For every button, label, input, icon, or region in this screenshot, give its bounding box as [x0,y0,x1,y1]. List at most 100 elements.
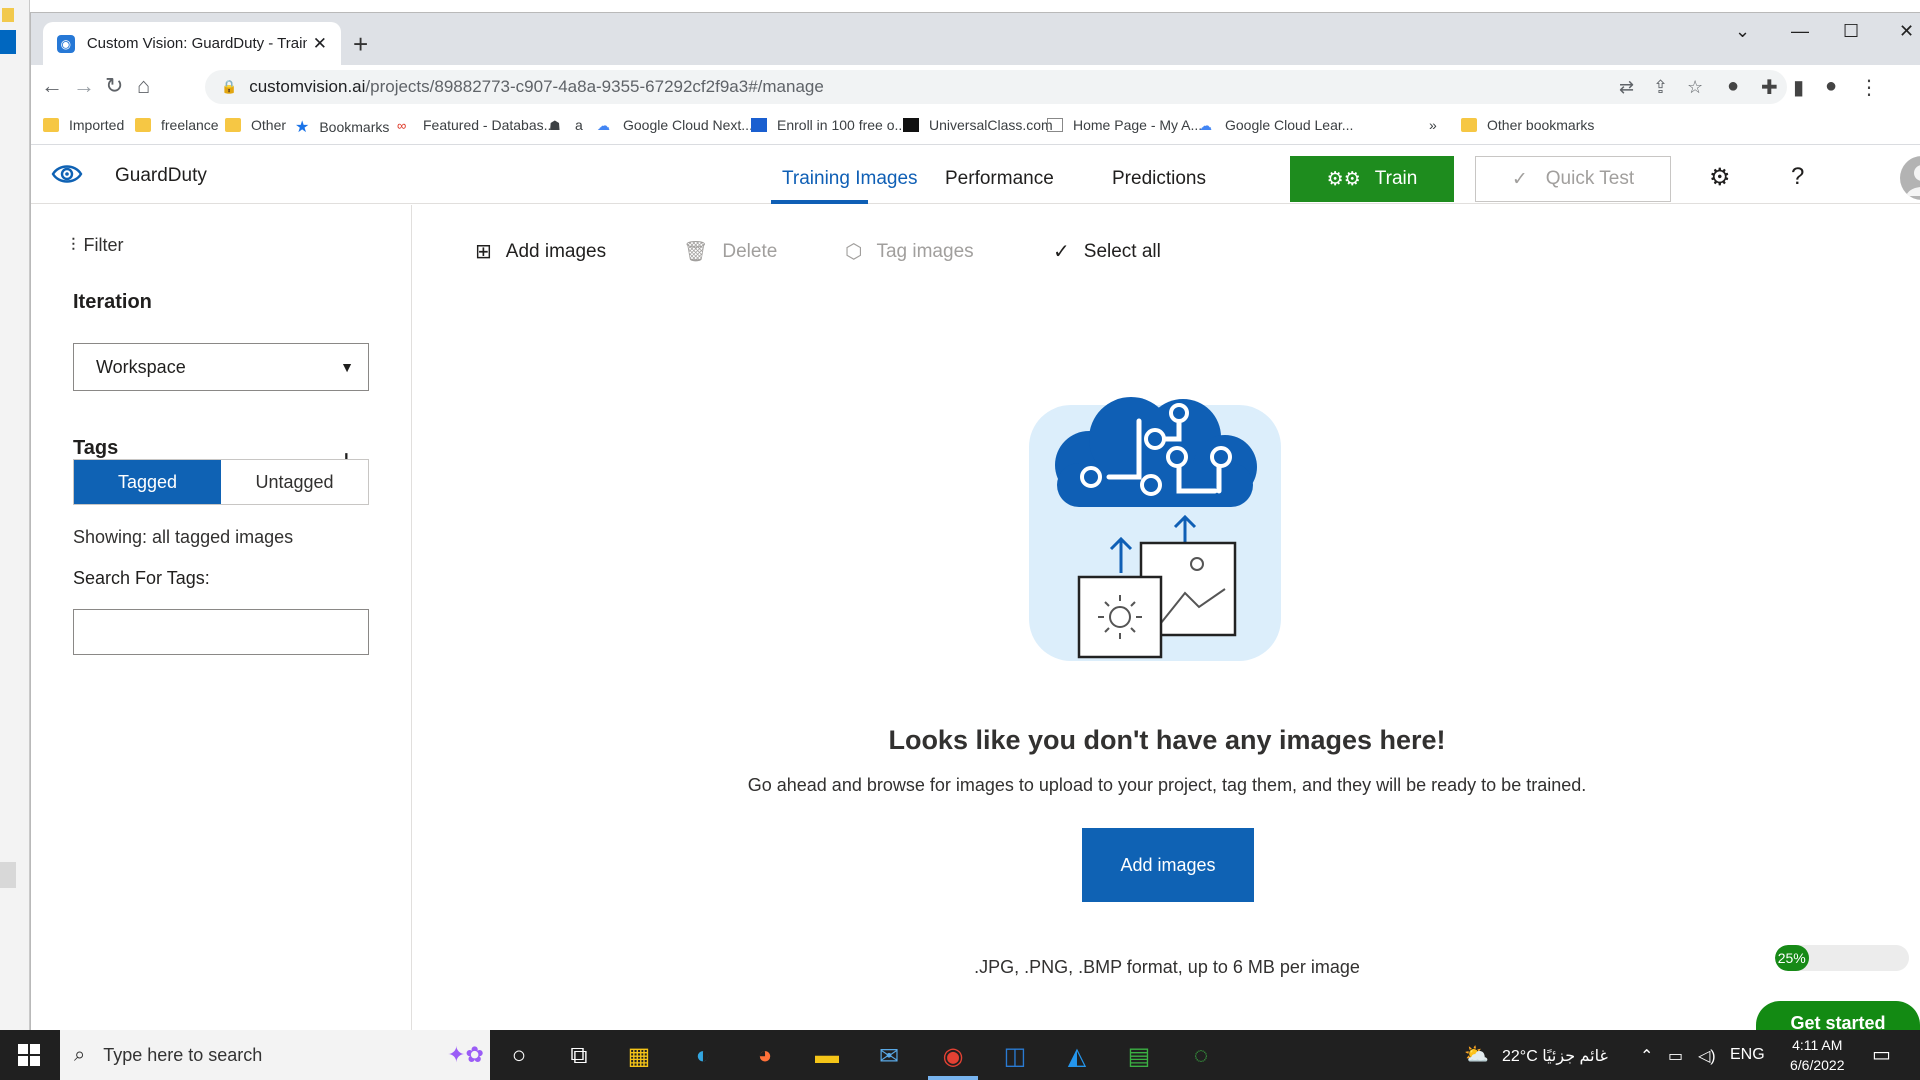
sync-app-icon[interactable]: ◌ [1186,1042,1216,1070]
bookmark-label: UniversalClass.com [929,117,1053,133]
bookmark-home-page[interactable]: Home Page - My A... [1047,117,1202,133]
project-name[interactable]: GuardDuty [115,165,207,187]
bookmark-label: Enroll in 100 free o... [777,117,907,133]
window-close-icon[interactable]: ✕ [1899,21,1914,42]
bookmark-star-icon[interactable]: ☆ [1687,77,1703,98]
bookmark-other[interactable]: Other [225,117,286,133]
reload-icon[interactable]: ↻ [105,73,123,99]
bookmark-a[interactable]: ☗ a [549,117,583,133]
home-icon[interactable]: ⌂ [137,73,150,99]
tab-predictions[interactable]: Predictions [1112,168,1206,190]
file-explorer-icon[interactable]: ▬ [812,1042,842,1070]
tab-close-icon[interactable]: ✕ [313,34,327,54]
tab-performance[interactable]: Performance [945,168,1054,190]
weather-text[interactable]: 22°C غائم جزئيًا [1502,1046,1608,1066]
share-icon[interactable]: ⇪ [1653,77,1668,98]
edge-browser-icon[interactable]: ◐ [688,1042,718,1070]
address-bar[interactable]: 🔒 customvision.ai/projects/89882773-c907… [205,70,1787,104]
main-content: ⊞ Add images 🗑 Delete ⬡ Tag images ✓ Sel… [413,205,1920,1049]
filter-sliders-icon: ⫶ [71,235,76,255]
volume-icon[interactable]: ◁) [1698,1046,1716,1066]
firefox-icon[interactable]: ◕ [750,1042,780,1070]
network-icon[interactable]: ▭ [1668,1046,1683,1066]
bookmark-label: freelance [161,117,219,133]
settings-gear-icon[interactable]: ⚙ [1709,163,1731,192]
maximize-icon[interactable]: ☐ [1843,21,1859,42]
trash-icon: 🗑 [683,241,709,263]
bookmark-google-cloud-next[interactable]: ☁ Google Cloud Next... [597,117,753,133]
windows-start-icon[interactable] [18,1044,40,1066]
quick-test-button[interactable]: ✓ Quick Test [1475,156,1671,202]
bookmark-enroll[interactable]: Enroll in 100 free o... [751,117,906,133]
bookmark-google-cloud-learn[interactable]: ☁ Google Cloud Lear... [1199,117,1353,133]
url-path: /projects/89882773-c907-4a8a-9355-67292c… [365,77,824,96]
back-arrow-icon[interactable]: ← [41,73,63,99]
bookmarks-bar: Imported freelance Other ★ Bookmarks ∞ Fea… [31,109,1920,145]
system-clock[interactable]: 4:11 AM 6/6/2022 [1790,1035,1845,1075]
tab-training-images[interactable]: Training Images [782,168,918,190]
browser-menu-icon[interactable]: ⋮ [1859,75,1879,100]
active-tab-indicator [771,200,868,204]
task-view-icon[interactable]: ⧉ [564,1042,594,1070]
select-all-command[interactable]: ✓ Select all [1053,239,1161,264]
bookmark-label: Imported [69,117,125,133]
mail-icon[interactable]: ✉ [874,1042,904,1071]
supported-formats-text: .JPG, .PNG, .BMP format, up to 6 MB per … [974,957,1360,977]
user-avatar[interactable] [1900,156,1920,200]
taskbar-search-box[interactable]: ⌕ Type here to search ✦✿ [60,1030,490,1080]
bookmark-universalclass[interactable]: UniversalClass.com [903,117,1053,133]
bookmark-bookmarks[interactable]: ★ Bookmarks [295,117,389,137]
tagged-toggle-button[interactable]: Tagged [74,460,221,504]
outlook-icon[interactable]: ◫ [1000,1042,1030,1071]
folder-icon [225,118,241,132]
spreadsheet-app-icon[interactable]: ▤ [1124,1042,1154,1071]
bookmark-label: Bookmarks [319,119,390,135]
extensions-puzzle-icon[interactable]: ✚ [1761,75,1778,100]
input-language[interactable]: ENG [1730,1046,1765,1064]
chrome-icon[interactable]: ◉ [938,1042,968,1071]
help-question-icon[interactable]: ? [1791,163,1804,191]
weather-cloud-icon[interactable]: ⛅ [1464,1042,1489,1067]
untagged-toggle-button[interactable]: Untagged [221,460,368,504]
custom-vision-eye-icon[interactable] [51,160,83,188]
forward-arrow-icon[interactable]: → [73,73,95,99]
extension-badge-icon[interactable]: ● [1727,75,1739,98]
iteration-select[interactable]: Workspace ▼ [73,343,369,391]
bookmark-imported[interactable]: Imported [43,117,124,133]
site-icon [751,118,767,132]
browser-tab[interactable]: ◉ Custom Vision: GuardDuty - Training Im… [43,22,341,65]
bookmarks-overflow-button[interactable]: » [1429,117,1437,133]
tag-images-command[interactable]: ⬡ Tag images [845,239,974,264]
tab-search-chevron-icon[interactable]: ⌄ [1735,21,1750,42]
add-images-command[interactable]: ⊞ Add images [475,239,606,264]
tags-heading: Tags [73,437,119,459]
search-tags-input[interactable] [73,609,369,655]
profile-avatar-icon[interactable]: ● [1825,75,1837,98]
windows-taskbar: ⌕ Type here to search ✦✿ ○ ⧉ ▦ ◐ ◕ ▬ ✉ ◉… [0,1030,1920,1080]
train-button[interactable]: ⚙⚙ Train [1290,156,1454,202]
tray-chevron-up-icon[interactable]: ⌃ [1640,1046,1653,1066]
cortana-circle-icon[interactable]: ○ [504,1042,534,1070]
delete-command[interactable]: 🗑 Delete [683,239,777,264]
tag-filter-toggle: Tagged Untagged [73,459,369,505]
microsoft-store-icon[interactable]: ▦ [624,1042,654,1071]
add-images-label: Add images [505,240,607,262]
docker-icon[interactable]: ◭ [1062,1042,1092,1071]
bookmark-label: a [575,117,583,133]
bookmark-other-bookmarks[interactable]: Other bookmarks [1461,117,1594,133]
bookmark-freelance[interactable]: freelance [135,117,219,133]
translate-icon[interactable]: ⇄ [1619,77,1634,98]
app-header: GuardDuty Training Images Performance Pr… [31,146,1920,204]
bookmark-featured[interactable]: ∞ Featured - Databas... [397,117,555,133]
add-images-button[interactable]: Add images [1082,828,1254,902]
notification-center-icon[interactable]: ▭ [1872,1042,1891,1067]
minimize-icon[interactable]: — [1791,21,1809,42]
filter-button[interactable]: ⫶ Filter [71,235,124,256]
folder-icon [1461,118,1477,132]
upload-to-cloud-illustration [1029,397,1281,661]
new-tab-button[interactable]: + [353,29,368,60]
star-icon: ★ [295,119,310,136]
quick-test-label: Quick Test [1545,168,1635,189]
side-panel-icon[interactable]: ▮ [1793,75,1804,100]
desktop-edge [0,0,30,1030]
